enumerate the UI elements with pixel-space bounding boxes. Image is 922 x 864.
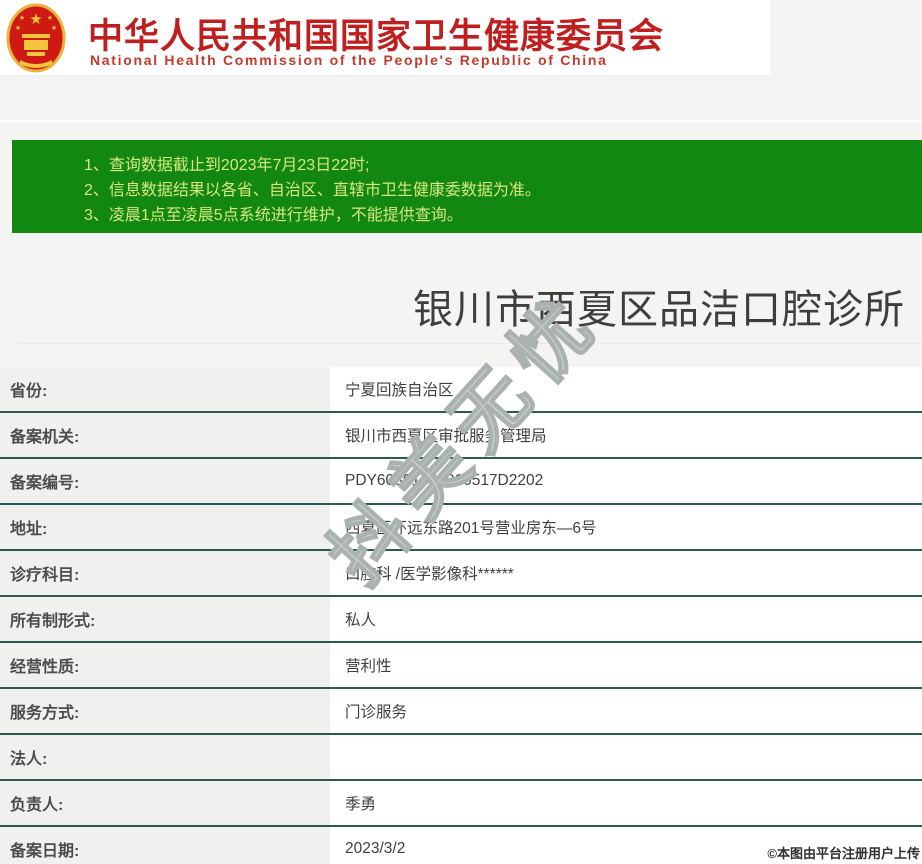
table-row: 经营性质: 营利性	[0, 643, 922, 689]
svg-text:★: ★	[47, 14, 53, 22]
table-row: 备案编号: PDY60361664010517D2202	[0, 459, 922, 505]
institution-name-heading: 银川市西夏区品洁口腔诊所	[413, 288, 905, 332]
field-label: 备案日期:	[0, 827, 330, 864]
table-row: 法人:	[0, 735, 922, 781]
table-row: 诊疗科目: 口腔科 /医学影像科******	[0, 551, 922, 597]
site-title-english: National Health Commission of the People…	[90, 52, 608, 68]
national-emblem-icon: ★ ★ ★ ★ ★	[6, 3, 66, 73]
field-label: 备案机关:	[0, 413, 330, 457]
field-value	[330, 735, 922, 779]
table-row: 省份: 宁夏回族自治区	[0, 367, 922, 413]
svg-text:★: ★	[15, 24, 21, 32]
field-value: 季勇	[330, 781, 922, 825]
record-table: 省份: 宁夏回族自治区 备案机关: 银川市西夏区审批服务管理局 备案编号: PD…	[0, 367, 922, 864]
field-label: 备案编号:	[0, 459, 330, 503]
page: ★ ★ ★ ★ ★ 中华人民共和国国家卫生健康委员会 National Heal…	[0, 0, 922, 864]
field-label: 法人:	[0, 735, 330, 779]
field-label: 省份:	[0, 367, 330, 411]
table-row: 备案机关: 银川市西夏区审批服务管理局	[0, 413, 922, 459]
field-value: 口腔科 /医学影像科******	[330, 551, 922, 595]
heading-divider	[18, 343, 922, 344]
field-value: 银川市西夏区审批服务管理局	[330, 413, 922, 457]
site-header: ★ ★ ★ ★ ★ 中华人民共和国国家卫生健康委员会 National Heal…	[0, 0, 770, 76]
notice-line: 3、凌晨1点至凌晨5点系统进行维护，不能提供查询。	[84, 207, 463, 224]
field-label: 诊疗科目:	[0, 551, 330, 595]
field-label: 服务方式:	[0, 689, 330, 733]
field-value: 私人	[330, 597, 922, 641]
field-value: 宁夏回族自治区	[330, 367, 922, 411]
field-label: 地址:	[0, 505, 330, 549]
notice-line: 2、信息数据结果以各省、自治区、直辖市卫生健康委数据为准。	[84, 182, 541, 199]
field-label: 负责人:	[0, 781, 330, 825]
svg-text:★: ★	[51, 24, 57, 32]
field-value: 门诊服务	[330, 689, 922, 733]
svg-text:★: ★	[19, 14, 25, 22]
table-row: 所有制形式: 私人	[0, 597, 922, 643]
header-divider	[0, 120, 922, 122]
copyright-stamp: ©本图由平台注册用户上传	[767, 846, 920, 861]
field-value: 营利性	[330, 643, 922, 687]
field-label: 所有制形式:	[0, 597, 330, 641]
field-value: PDY60361664010517D2202	[330, 459, 922, 503]
svg-text:★: ★	[29, 11, 42, 28]
table-row: 负责人: 季勇	[0, 781, 922, 827]
notice-box: 1、查询数据截止到2023年7月23日22时; 2、信息数据结果以各省、自治区、…	[12, 140, 922, 233]
field-label: 经营性质:	[0, 643, 330, 687]
table-row: 服务方式: 门诊服务	[0, 689, 922, 735]
field-value: 西夏区怀远东路201号营业房东—6号	[330, 505, 922, 549]
notice-line: 1、查询数据截止到2023年7月23日22时;	[84, 157, 370, 174]
table-row: 地址: 西夏区怀远东路201号营业房东—6号	[0, 505, 922, 551]
